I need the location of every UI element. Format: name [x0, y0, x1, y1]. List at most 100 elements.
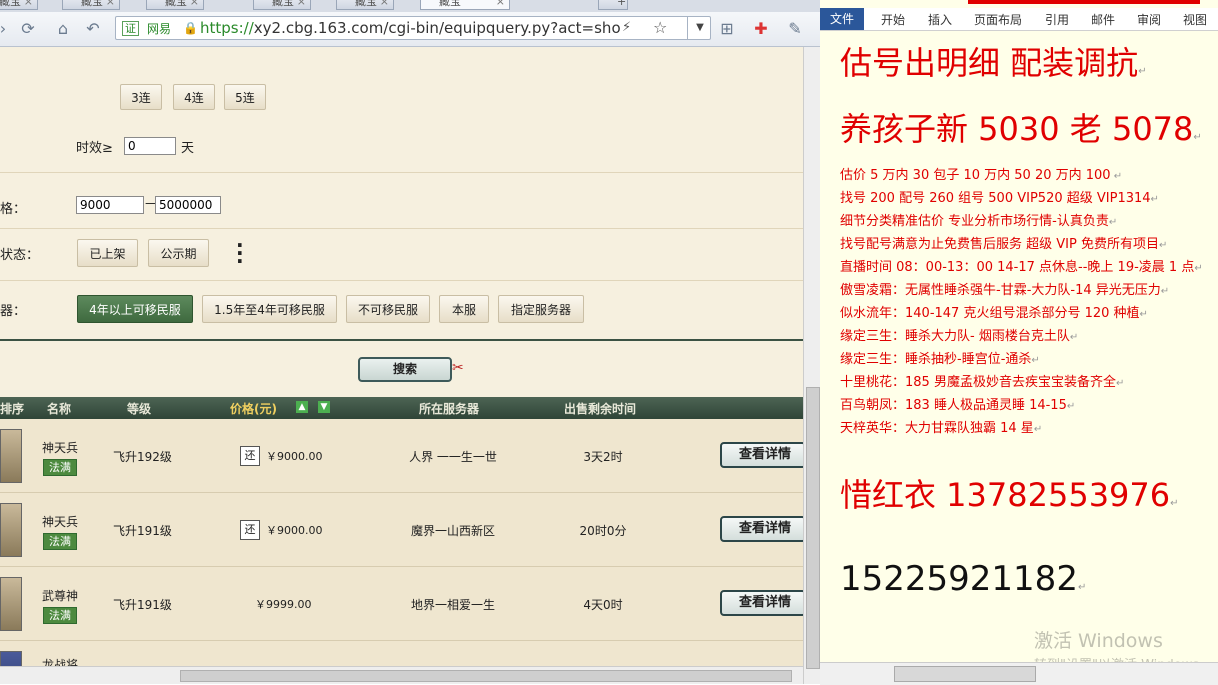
- server-15yr-button[interactable]: 1.5年至4年可移民服: [202, 295, 337, 323]
- tab-file[interactable]: 文件: [820, 8, 864, 30]
- certificate-badge: 证: [122, 21, 139, 36]
- character-avatar[interactable]: [0, 503, 22, 557]
- line-text: 缘定三生：睡杀大力队- 烟雨楼台克土队: [840, 329, 1070, 344]
- view-detail-button[interactable]: 查看详情: [720, 590, 803, 616]
- search-button[interactable]: 搜索: [358, 357, 452, 382]
- address-bar[interactable]: 证 网易 🔒 https://xy2.cbg.163.com/cgi-bin/e…: [115, 16, 711, 40]
- col-remaining-time: 出售剩余时间: [564, 402, 637, 416]
- gamepad-icon[interactable]: ✚: [750, 18, 772, 40]
- tab-layout[interactable]: 页面布局: [974, 11, 1022, 28]
- undo-icon[interactable]: ↶: [82, 18, 104, 40]
- wrench-icon[interactable]: ✎: [784, 18, 806, 40]
- close-icon[interactable]: ×: [24, 0, 33, 11]
- horizontal-scrollbar[interactable]: [0, 666, 803, 684]
- server-this-button[interactable]: 本服: [439, 295, 489, 323]
- price-value: ￥9000.00: [266, 524, 323, 537]
- tab-home[interactable]: 开始: [881, 11, 905, 28]
- divider: [0, 280, 803, 281]
- vertical-scrollbar[interactable]: [803, 47, 820, 684]
- paragraph-mark-icon: ↵: [1110, 171, 1123, 182]
- headline-text: 估号出明细 配装调抗: [840, 44, 1139, 82]
- status-public-button[interactable]: 公示期: [148, 239, 209, 267]
- validity-input[interactable]: [124, 137, 176, 155]
- tab-view[interactable]: 视图: [1183, 11, 1207, 28]
- page-content: 3连 4连 5连 时效≥ 天 格： — 状态： 已上架 公示期 ··· 器： 4…: [0, 47, 803, 684]
- server-name: 人界 一一生一世: [409, 450, 497, 464]
- url-text[interactable]: https://xy2.cbg.163.com/cgi-bin/equipque…: [200, 19, 620, 37]
- close-icon[interactable]: ×: [496, 0, 505, 11]
- close-icon[interactable]: ×: [190, 0, 199, 11]
- browser-tab[interactable]: 藏宝 ×: [336, 0, 394, 10]
- word-horizontal-scrollbar[interactable]: [820, 662, 1218, 685]
- scrollbar-thumb[interactable]: [894, 666, 1036, 682]
- browser-tab[interactable]: 藏宝 ×: [0, 0, 38, 10]
- col-price[interactable]: 价格(元): [230, 400, 277, 417]
- tab-references[interactable]: 引用: [1045, 11, 1069, 28]
- close-icon[interactable]: ×: [106, 0, 115, 11]
- view-detail-button[interactable]: 查看详情: [720, 516, 803, 542]
- scrollbar-thumb[interactable]: [180, 670, 792, 682]
- combo-5-button[interactable]: 5连: [224, 84, 266, 110]
- tab-review[interactable]: 审阅: [1137, 11, 1161, 28]
- headline-text: 养孩子新 5030 老 5078: [840, 110, 1194, 148]
- headline-1: 估号出明细 配装调抗↵: [840, 38, 1147, 84]
- sort-down-icon[interactable]: ▼: [318, 401, 330, 413]
- refresh-icon[interactable]: ⟳: [17, 18, 39, 40]
- close-icon[interactable]: ×: [297, 0, 306, 11]
- character-avatar[interactable]: [0, 577, 22, 631]
- tab-insert[interactable]: 插入: [928, 11, 952, 28]
- refund-icon: 还: [240, 446, 260, 466]
- character-name[interactable]: 神天兵: [42, 439, 78, 456]
- col-name: 名称: [47, 402, 72, 416]
- remaining-time: 3天2时: [583, 450, 623, 464]
- doc-line: 百鸟朝凤：183 睡人极品通灵睡 14-15↵: [840, 394, 1075, 413]
- col-sort[interactable]: 排序: [0, 400, 24, 417]
- document-body[interactable]: 估号出明细 配装调抗↵ 养孩子新 5030 老 5078↵ 估价 5 万内 30…: [834, 32, 1218, 662]
- character-level: 飞升191级: [113, 524, 172, 538]
- line-text: 十里桃花：185 男魔孟极妙音去疾宝宝装备齐全: [840, 375, 1116, 390]
- divider: [0, 339, 803, 341]
- paragraph-mark-icon: ↵: [1069, 332, 1079, 343]
- browser-tab-active[interactable]: 藏宝 ×: [420, 0, 510, 10]
- validity-unit: 天: [181, 141, 195, 156]
- character-name[interactable]: 神天兵: [42, 513, 78, 530]
- price-max-input[interactable]: [155, 196, 221, 214]
- status-listed-button[interactable]: 已上架: [77, 239, 138, 267]
- price-min-input[interactable]: [76, 196, 144, 214]
- attribute-badge: 法满: [43, 607, 77, 624]
- new-tab-button[interactable]: +: [598, 0, 628, 10]
- scrollbar-thumb[interactable]: [806, 387, 820, 669]
- tab-mailings[interactable]: 邮件: [1091, 11, 1115, 28]
- browser-tab[interactable]: 藏宝 ×: [146, 0, 204, 10]
- close-icon[interactable]: ×: [380, 0, 389, 11]
- table-row: 神天兵 法满 飞升192级 还 ￥9000.00 人界 一一生一世 3天2时 查…: [0, 419, 803, 493]
- server-specify-button[interactable]: 指定服务器: [498, 295, 584, 323]
- paragraph-mark-icon: ↵: [1160, 286, 1170, 297]
- line-text: 找号配号满意为止免费售后服务 超级 VIP 免费所有项目: [840, 237, 1159, 252]
- doc-line: 缘定三生：睡杀大力队- 烟雨楼台克土队↵: [840, 325, 1078, 344]
- server-no-migrate-button[interactable]: 不可移民服: [346, 295, 430, 323]
- paragraph-mark-icon: ↵: [1138, 66, 1147, 77]
- lightning-icon[interactable]: ⚡: [622, 20, 631, 35]
- tab-label: 藏宝: [355, 0, 377, 8]
- ribbon-tabs: 文件 开始 插入 页面布局 引用 邮件 审阅 视图: [820, 8, 1218, 31]
- site-name: 网易: [147, 22, 172, 36]
- star-icon[interactable]: ☆: [653, 18, 667, 37]
- view-detail-button[interactable]: 查看详情: [720, 442, 803, 468]
- combo-3-button[interactable]: 3连: [120, 84, 162, 110]
- grid-icon[interactable]: ⊞: [716, 18, 738, 40]
- url-scheme: https://: [200, 19, 254, 37]
- character-avatar[interactable]: [0, 429, 22, 483]
- doc-line: 十里桃花：185 男魔孟极妙音去疾宝宝装备齐全↵: [840, 371, 1124, 390]
- character-name[interactable]: 武尊神: [42, 587, 78, 604]
- more-options-icon[interactable]: · · ·: [236, 235, 244, 271]
- forward-icon[interactable]: ›: [0, 18, 14, 40]
- sort-up-icon[interactable]: ▲: [296, 401, 308, 413]
- browser-tab[interactable]: 藏宝 ×: [62, 0, 120, 10]
- browser-tab[interactable]: 藏宝 ×: [253, 0, 311, 10]
- combo-4-button[interactable]: 4连: [173, 84, 215, 110]
- dropdown-arrow-icon[interactable]: ▼: [687, 17, 712, 39]
- col-level[interactable]: 等级: [127, 400, 151, 417]
- server-4yr-button[interactable]: 4年以上可移民服: [77, 295, 193, 323]
- home-icon[interactable]: ⌂: [52, 18, 74, 40]
